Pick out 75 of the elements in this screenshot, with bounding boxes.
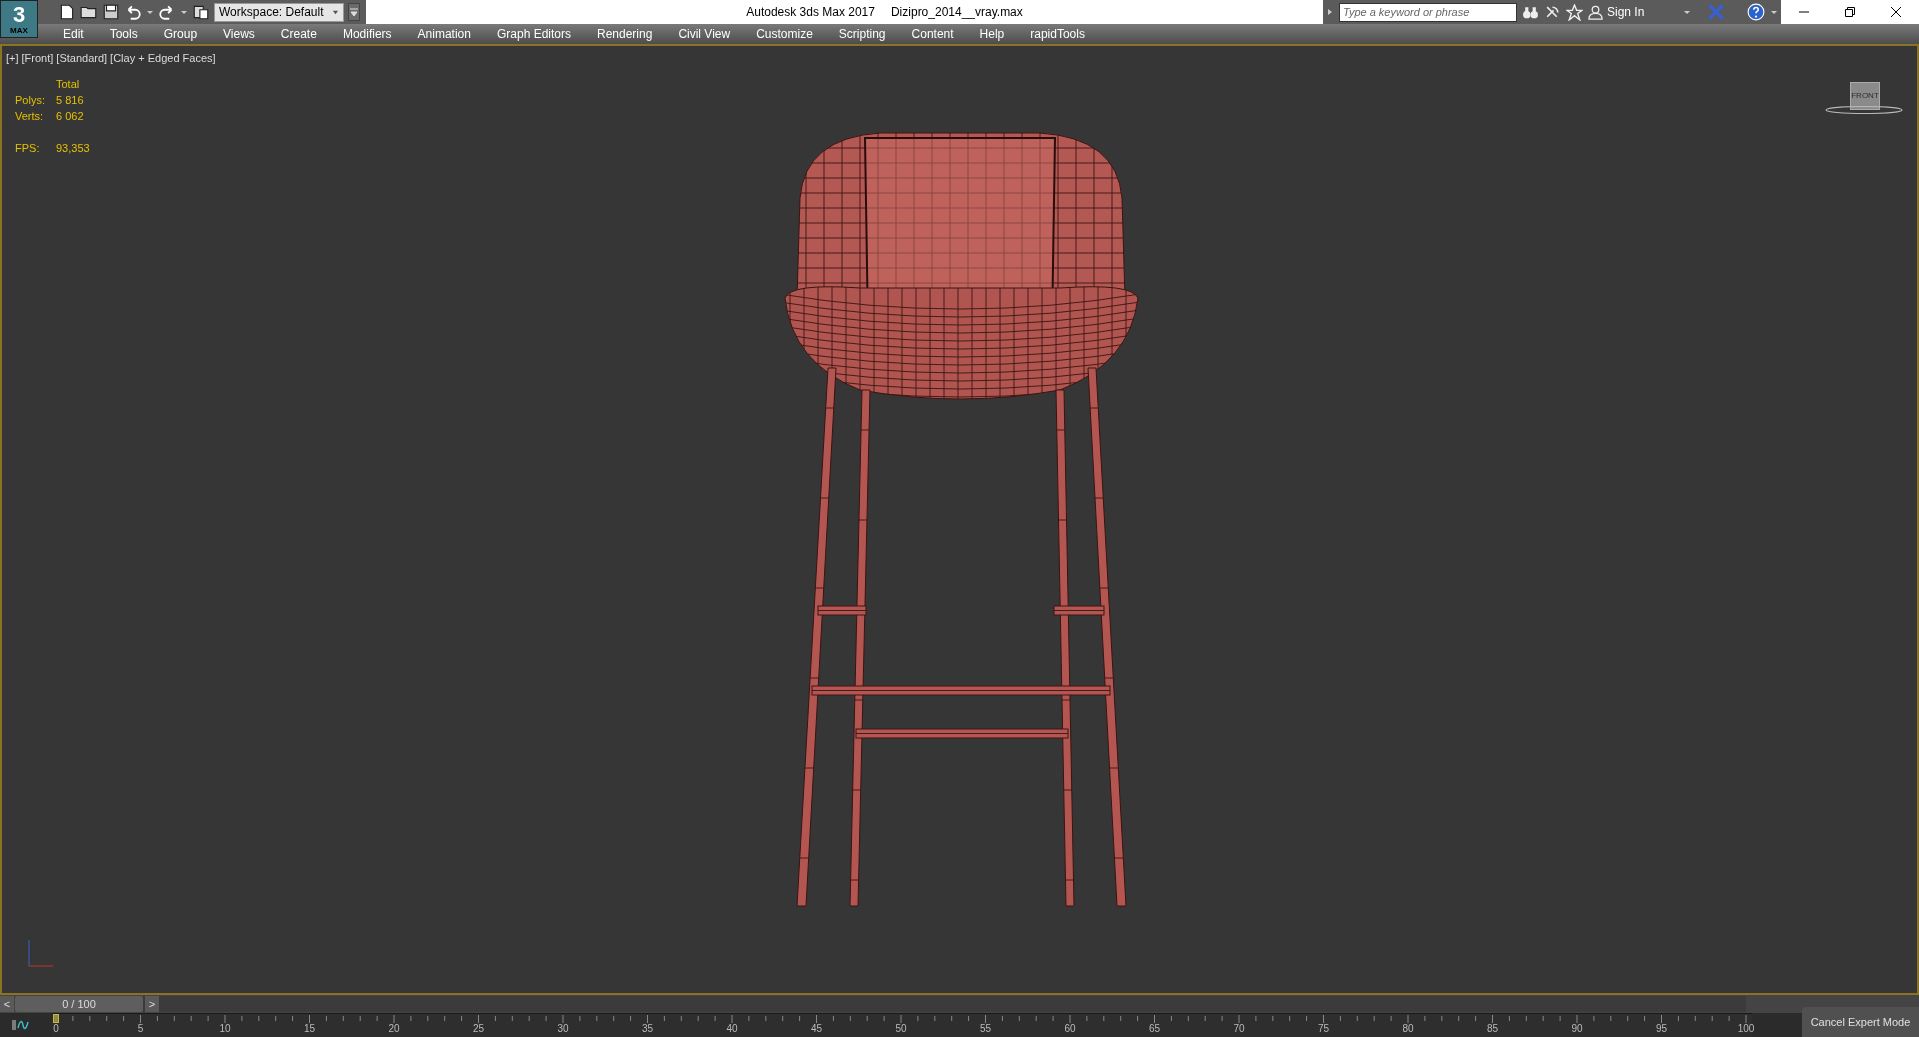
search-field[interactable]: Type a keyword or phrase xyxy=(1339,2,1517,22)
caret-icon[interactable] xyxy=(146,8,154,16)
previous-frame-button[interactable]: < xyxy=(0,996,14,1012)
save-icon[interactable] xyxy=(102,3,120,21)
menu-item[interactable]: Tools xyxy=(96,25,151,43)
stat-value: 93,353 xyxy=(56,142,90,155)
sign-in-button[interactable]: Sign In xyxy=(1588,3,1645,21)
stat-label: Polys: xyxy=(15,94,46,107)
viewport-label[interactable]: [Clay + Edged Faces] xyxy=(110,50,216,67)
user-icon xyxy=(1588,4,1603,20)
app-menu-button[interactable]: 3 MAX xyxy=(0,0,38,38)
menu-item[interactable]: Graph Editors xyxy=(483,25,584,43)
windows-icon[interactable] xyxy=(192,3,210,21)
frame-number: 40 xyxy=(726,1023,738,1035)
stat-label: Verts: xyxy=(15,110,45,123)
menu-item[interactable]: Modifiers xyxy=(329,25,405,43)
stat-value: 6 062 xyxy=(56,110,85,123)
frame-number: 25 xyxy=(472,1023,485,1035)
help-icon[interactable] xyxy=(1747,3,1765,21)
minimize-icon xyxy=(1799,11,1809,13)
frame-number: 30 xyxy=(557,1023,569,1035)
menu-item[interactable]: Group xyxy=(150,25,211,43)
next-frame-button[interactable]: > xyxy=(145,996,159,1012)
curve-editor-icon[interactable] xyxy=(12,1017,30,1033)
workspace-dropdown[interactable]: Workspace: Default xyxy=(214,2,344,22)
cancel-expert-mode-button[interactable]: Cancel Expert Mode xyxy=(1802,1007,1919,1037)
menu-item[interactable]: Civil View xyxy=(665,25,744,43)
menu-item[interactable]: Rendering xyxy=(584,25,666,43)
viewport-label[interactable]: [Standard] xyxy=(56,50,108,67)
new-file-icon[interactable] xyxy=(58,3,76,21)
menu-item[interactable]: rapidTools xyxy=(1017,25,1098,43)
application-title: Autodesk 3ds Max 2017 xyxy=(746,4,875,21)
menu-item[interactable]: Content xyxy=(898,25,967,43)
menu-item[interactable]: Animation xyxy=(404,25,484,43)
frame-number: 45 xyxy=(810,1023,823,1035)
frame-number: 35 xyxy=(641,1023,654,1035)
frame-number: 20 xyxy=(388,1023,400,1035)
star-icon[interactable] xyxy=(1566,3,1583,21)
caret-icon[interactable] xyxy=(1683,8,1691,16)
stat-label: FPS: xyxy=(15,142,41,155)
view-cube[interactable]: FRONT xyxy=(1850,82,1880,110)
menu-item[interactable]: Views xyxy=(210,25,268,43)
frame-number: 90 xyxy=(1571,1023,1583,1035)
frame-number: 65 xyxy=(1148,1023,1161,1035)
menu-item[interactable]: Scripting xyxy=(825,25,899,43)
frame-number: 10 xyxy=(219,1023,231,1035)
caret-icon xyxy=(332,8,339,16)
frame-number: 60 xyxy=(1064,1023,1076,1035)
frame-number: 0 xyxy=(53,1023,59,1035)
viewport-label[interactable]: [Front] xyxy=(21,50,54,67)
caret-icon[interactable] xyxy=(1770,8,1778,16)
menu-item[interactable]: Help xyxy=(966,25,1018,43)
frame-number: 5 xyxy=(137,1023,144,1035)
frame-number: 95 xyxy=(1655,1023,1668,1035)
menu-item[interactable]: Customize xyxy=(743,25,826,43)
close-icon xyxy=(1891,7,1901,17)
restore-icon xyxy=(1845,7,1855,17)
frame-number: 100 xyxy=(1737,1023,1755,1035)
viewport-label[interactable]: [+] xyxy=(6,50,19,67)
menu-item[interactable]: Edit xyxy=(50,25,97,43)
file-name: Dizipro_2014__vray.max xyxy=(890,4,1023,21)
frame-number: 80 xyxy=(1402,1023,1414,1035)
stats-header: Total xyxy=(56,78,81,91)
frame-number: 70 xyxy=(1233,1023,1245,1035)
menu-item[interactable]: Create xyxy=(267,25,330,43)
frame-number: 15 xyxy=(303,1023,316,1035)
stat-value: 5 816 xyxy=(56,94,85,107)
frame-number: 50 xyxy=(895,1023,907,1035)
viewport[interactable]: [+] [Front] [Standard] [Clay + Edged Faces] Total Polys: 5 816 Verts: 6 062 FPS: 93,353 FRONT xyxy=(0,46,1919,995)
time-slider-thumb[interactable]: 0 / 100 xyxy=(15,996,143,1012)
caret-icon[interactable] xyxy=(180,8,188,16)
frame-number: 75 xyxy=(1317,1023,1330,1035)
current-frame-marker[interactable] xyxy=(53,1014,59,1023)
frame-number: 55 xyxy=(979,1023,992,1035)
frame-number: 85 xyxy=(1486,1023,1499,1035)
